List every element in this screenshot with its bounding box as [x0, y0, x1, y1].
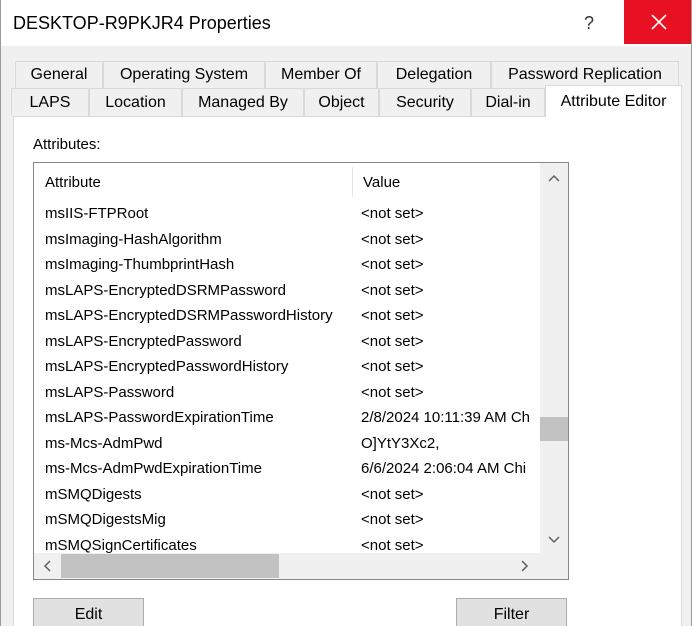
- vertical-scroll-thumb[interactable]: [540, 417, 568, 441]
- tab-attribute-editor[interactable]: Attribute Editor: [545, 85, 682, 117]
- attribute-name: msImaging-ThumbprintHash: [45, 256, 235, 273]
- tab-delegation[interactable]: Delegation: [377, 61, 491, 88]
- tab-security[interactable]: Security: [379, 88, 471, 116]
- list-header: Attribute Value: [34, 163, 540, 201]
- tab-password-replication[interactable]: Password Replication: [491, 61, 679, 88]
- list-item[interactable]: ms-Mcs-AdmPwd O]YtY3Xc2,: [34, 432, 540, 458]
- list-item[interactable]: mSMQDigests <not set>: [34, 483, 540, 509]
- tab-dial-in[interactable]: Dial-in: [471, 88, 545, 116]
- tab-member-of[interactable]: Member Of: [265, 61, 377, 88]
- attribute-value: <not set>: [361, 536, 424, 554]
- list-item[interactable]: msLAPS-EncryptedPasswordHistory <not set>: [34, 355, 540, 381]
- attribute-name: ms-Mcs-AdmPwdExpirationTime: [45, 460, 262, 477]
- attribute-name: ms-Mcs-AdmPwd: [45, 434, 163, 452]
- chevron-left-icon: [43, 560, 51, 572]
- tab-laps[interactable]: LAPS: [11, 88, 89, 116]
- attribute-name: msLAPS-Password: [45, 383, 175, 401]
- scroll-down-button[interactable]: [540, 525, 568, 555]
- attribute-value: <not set>: [361, 281, 424, 299]
- attribute-value: <not set>: [361, 485, 424, 503]
- attribute-name: mSMQDigests: [45, 485, 142, 503]
- list-item[interactable]: msLAPS-EncryptedPassword <not set>: [34, 330, 540, 356]
- attribute-name: msLAPS-EncryptedPasswordHistory: [45, 358, 289, 375]
- filter-button[interactable]: Filter: [456, 598, 567, 626]
- attribute-value: <not set>: [361, 205, 424, 222]
- tab-general[interactable]: General: [15, 61, 103, 88]
- attribute-name: mSMQDigestsMig: [45, 511, 166, 528]
- properties-dialog: DESKTOP-R9PKJR4 Properties ? General Ope…: [0, 0, 692, 626]
- attribute-value: O]YtY3Xc2,: [361, 434, 440, 452]
- tab-location[interactable]: Location: [89, 88, 182, 116]
- attribute-value: 2/8/2024 10:11:39 AM Ch: [361, 409, 531, 426]
- chevron-right-icon: [521, 560, 529, 572]
- attribute-value: <not set>: [361, 511, 424, 528]
- list-item[interactable]: msLAPS-PasswordExpirationTime 2/8/2024 10…: [34, 406, 540, 432]
- attributes-label: Attributes:: [33, 136, 101, 153]
- vertical-scrollbar[interactable]: [540, 163, 568, 555]
- attribute-value: <not set>: [361, 230, 424, 248]
- attribute-value: <not set>: [361, 332, 424, 350]
- scroll-right-button[interactable]: [512, 553, 538, 579]
- chevron-up-icon: [548, 174, 560, 182]
- attribute-value: <not set>: [361, 358, 424, 375]
- horizontal-scroll-thumb[interactable]: [61, 554, 279, 578]
- attribute-name: msIIS-FTPRoot: [45, 205, 149, 222]
- attributes-list[interactable]: Attribute Value msIIS-FTPRoot <not set> ms…: [33, 162, 569, 580]
- tab-operating-system[interactable]: Operating System: [103, 61, 265, 88]
- attribute-value: 6/6/2024 2:06:04 AM Chi: [361, 460, 527, 477]
- list-item[interactable]: msLAPS-EncryptedDSRMPasswordHistory <not …: [34, 304, 540, 330]
- scroll-left-button[interactable]: [34, 553, 60, 579]
- list-item[interactable]: msImaging-HashAlgorithm <not set>: [34, 228, 540, 254]
- help-button[interactable]: ?: [567, 0, 611, 46]
- attribute-value: <not set>: [361, 383, 424, 401]
- attribute-name: msLAPS-PasswordExpirationTime: [45, 409, 274, 426]
- list-body: msIIS-FTPRoot <not set> msImaging-HashAlgo…: [34, 201, 540, 553]
- column-header-value[interactable]: Value: [352, 163, 540, 201]
- title-bar: DESKTOP-R9PKJR4 Properties ?: [1, 0, 691, 46]
- attribute-name: msImaging-HashAlgorithm: [45, 230, 222, 248]
- tab-managed-by[interactable]: Managed By: [182, 88, 304, 116]
- window-title: DESKTOP-R9PKJR4 Properties: [13, 13, 271, 33]
- attribute-name: msLAPS-EncryptedDSRMPasswordHistory: [45, 307, 333, 324]
- close-button[interactable]: [624, 0, 691, 44]
- column-header-attribute[interactable]: Attribute: [34, 163, 352, 201]
- scroll-up-button[interactable]: [540, 163, 568, 193]
- list-item[interactable]: msImaging-ThumbprintHash <not set>: [34, 253, 540, 279]
- list-item[interactable]: mSMQSignCertificates <not set>: [34, 534, 540, 554]
- list-item[interactable]: msLAPS-EncryptedDSRMPassword <not set>: [34, 279, 540, 305]
- attribute-value: <not set>: [361, 307, 424, 324]
- attribute-name: msLAPS-EncryptedPassword: [45, 332, 242, 350]
- horizontal-scrollbar[interactable]: [34, 553, 540, 579]
- edit-button[interactable]: Edit: [33, 598, 144, 626]
- list-item[interactable]: msIIS-FTPRoot <not set>: [34, 202, 540, 228]
- chevron-down-icon: [548, 536, 560, 544]
- close-icon: [650, 14, 667, 30]
- attribute-value: <not set>: [361, 256, 424, 273]
- list-item[interactable]: mSMQDigestsMig <not set>: [34, 508, 540, 534]
- tab-object[interactable]: Object: [304, 88, 379, 116]
- scrollbar-corner: [540, 553, 568, 579]
- attribute-name: msLAPS-EncryptedDSRMPassword: [45, 281, 286, 299]
- list-item[interactable]: msLAPS-Password <not set>: [34, 381, 540, 407]
- attribute-name: mSMQSignCertificates: [45, 536, 197, 554]
- list-item[interactable]: ms-Mcs-AdmPwdExpirationTime 6/6/2024 2:06…: [34, 457, 540, 483]
